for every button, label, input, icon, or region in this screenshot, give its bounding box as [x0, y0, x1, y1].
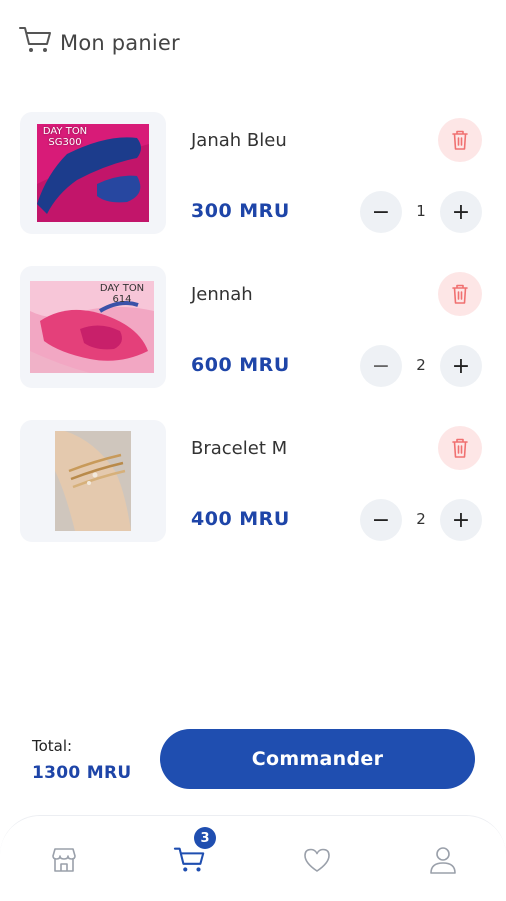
- trash-icon: [452, 284, 468, 304]
- product-image: DAY TON 614: [30, 281, 154, 373]
- product-thumbnail[interactable]: DAY TON SG300: [20, 112, 166, 234]
- product-name: Janah Bleu: [191, 130, 287, 151]
- product-thumbnail[interactable]: DAY TON 614: [20, 266, 166, 388]
- nav-shop[interactable]: [44, 842, 84, 878]
- cart-icon: [173, 847, 205, 872]
- delete-button[interactable]: [438, 272, 482, 316]
- header: Mon panier: [18, 24, 180, 56]
- total-label: Total:: [32, 737, 73, 755]
- increase-quantity-button[interactable]: +: [440, 345, 482, 387]
- cart-icon: [19, 27, 51, 52]
- cart-item: DAY TON 614 Jennah 600 MRU − 2 +: [0, 266, 506, 390]
- nav-favorites[interactable]: [297, 842, 337, 878]
- user-icon: [430, 847, 456, 874]
- product-thumbnail[interactable]: [20, 420, 166, 542]
- plus-icon: +: [451, 199, 471, 225]
- product-price: 400 MRU: [191, 508, 290, 530]
- minus-icon: −: [371, 507, 391, 533]
- minus-icon: −: [371, 199, 391, 225]
- nav-profile[interactable]: [423, 842, 463, 878]
- cart-count-badge: 3: [194, 827, 216, 849]
- total-value: 1300 MRU: [32, 763, 132, 783]
- plus-icon: +: [451, 353, 471, 379]
- quantity-value: 2: [416, 510, 426, 528]
- delete-button[interactable]: [438, 426, 482, 470]
- product-image: DAY TON SG300: [37, 124, 149, 222]
- cart-item: DAY TON SG300 Janah Bleu 300 MRU − 1 +: [0, 112, 506, 236]
- product-name: Bracelet M: [191, 438, 288, 459]
- product-price: 300 MRU: [191, 200, 290, 222]
- page-title: Mon panier: [60, 31, 180, 55]
- image-caption: DAY TON 614: [99, 283, 145, 305]
- increase-quantity-button[interactable]: +: [440, 499, 482, 541]
- quantity-value: 2: [416, 356, 426, 374]
- delete-button[interactable]: [438, 118, 482, 162]
- product-price: 600 MRU: [191, 354, 290, 376]
- minus-icon: −: [371, 353, 391, 379]
- heart-icon: [304, 848, 330, 872]
- trash-icon: [452, 438, 468, 458]
- order-button[interactable]: Commander: [160, 729, 475, 789]
- product-image: [55, 431, 131, 531]
- product-name: Jennah: [191, 284, 253, 305]
- cart-item: Bracelet M 400 MRU − 2 +: [0, 420, 506, 544]
- bottom-navigation: [0, 815, 506, 901]
- store-icon: [52, 848, 76, 872]
- plus-icon: +: [451, 507, 471, 533]
- decrease-quantity-button[interactable]: −: [360, 499, 402, 541]
- quantity-value: 1: [416, 202, 426, 220]
- decrease-quantity-button[interactable]: −: [360, 191, 402, 233]
- product-photo-illustration: [55, 431, 131, 531]
- decrease-quantity-button[interactable]: −: [360, 345, 402, 387]
- trash-icon: [452, 130, 468, 150]
- increase-quantity-button[interactable]: +: [440, 191, 482, 233]
- image-caption: DAY TON SG300: [42, 126, 88, 148]
